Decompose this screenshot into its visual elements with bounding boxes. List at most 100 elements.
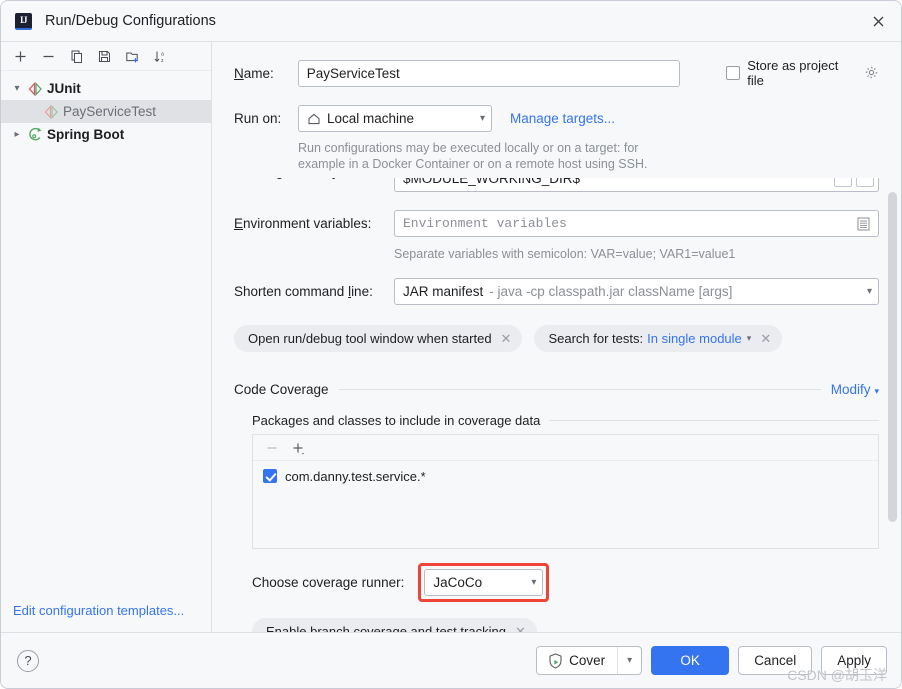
working-directory-row: Working directory: $MODULE_WORKING_DIR$ <box>234 178 879 192</box>
plus-icon <box>15 51 25 61</box>
run-debug-configurations-dialog: IJ Run/Debug Configurations a z ▾ JUnit … <box>0 0 902 689</box>
cover-split-button[interactable]: Cover ▾ <box>536 646 643 675</box>
apply-button[interactable]: Apply <box>821 646 887 675</box>
copy-configuration-button[interactable] <box>63 44 89 68</box>
tree-node-spring-boot[interactable]: ▸ Spring Boot <box>1 123 211 146</box>
packages-list-toolbar <box>253 435 878 461</box>
run-on-row: Run on: Local machine ▾ Manage targets..… <box>234 105 879 132</box>
minus-icon <box>267 446 277 449</box>
new-folder-button[interactable] <box>119 44 145 68</box>
cancel-button[interactable]: Cancel <box>738 646 813 675</box>
help-button[interactable]: ? <box>17 649 39 672</box>
environment-variables-hint: Separate variables with semicolon: VAR=v… <box>394 247 736 261</box>
content-vertical-scrollbar[interactable] <box>888 192 897 522</box>
coverage-runner-highlight-box: JaCoCo ▾ <box>418 563 550 602</box>
coverage-packages-list: com.danny.test.service.* <box>253 461 878 548</box>
close-icon[interactable]: ✕ <box>515 624 526 633</box>
edit-variables-icon[interactable] <box>857 217 870 231</box>
chip-link-value[interactable]: In single module <box>647 331 742 346</box>
junit-icon <box>25 81 45 96</box>
save-icon <box>98 50 110 62</box>
package-checkbox[interactable] <box>263 469 277 483</box>
chevron-down-icon[interactable]: ▾ <box>617 647 641 674</box>
section-divider <box>338 389 821 390</box>
remove-configuration-button[interactable] <box>35 44 61 68</box>
chevron-down-icon: ▾ <box>479 113 485 124</box>
ok-button[interactable]: OK <box>651 646 730 675</box>
dialog-footer: ? Cover ▾ OK Cancel Apply CSDN @胡玉洋 <box>1 632 901 688</box>
spring-boot-icon <box>25 127 45 142</box>
chevron-down-icon: ▾ <box>874 386 879 396</box>
edit-configuration-templates-link[interactable]: Edit configuration templates... <box>1 588 211 632</box>
working-directory-browse-button[interactable] <box>834 178 852 187</box>
coverage-shield-run-icon <box>549 652 562 669</box>
chevron-down-icon[interactable]: ▾ <box>9 83 25 94</box>
environment-variables-label: Environment variables: <box>234 216 372 231</box>
cover-button[interactable]: Cover <box>537 647 617 674</box>
chevron-down-icon: ▾ <box>866 286 872 297</box>
manage-targets-link[interactable]: Manage targets... <box>510 111 615 126</box>
run-on-value: Local machine <box>327 111 415 126</box>
tree-node-label: Spring Boot <box>47 127 125 142</box>
section-divider <box>549 420 879 421</box>
run-on-hint-line1: Run configurations may be executed local… <box>298 141 639 155</box>
configuration-form-panel: Name: PayServiceTest Store as project fi… <box>212 42 901 632</box>
close-icon[interactable]: ✕ <box>760 331 771 347</box>
sort-configurations-button[interactable]: a z <box>147 44 173 68</box>
close-icon[interactable] <box>856 1 901 41</box>
name-input[interactable]: PayServiceTest <box>297 59 681 87</box>
chip-open-run-debug-tool-window[interactable]: Open run/debug tool window when started … <box>234 325 523 352</box>
run-on-hint-line2: example in a Docker Container or on a re… <box>298 157 648 171</box>
code-coverage-title: Code Coverage <box>234 382 329 397</box>
package-label: com.danny.test.service.* <box>285 468 426 484</box>
add-package-button[interactable] <box>287 438 309 458</box>
configurations-tree: ▾ JUnit PayServiceTest ▸ Spring Boot <box>1 71 211 588</box>
working-directory-macros-button[interactable] <box>856 178 874 187</box>
close-icon[interactable]: ✕ <box>501 331 512 347</box>
sort-alphabetically-icon: a z <box>154 51 164 63</box>
shorten-command-line-row: Shorten command line: JAR manifest - jav… <box>234 278 879 305</box>
packages-title: Packages and classes to include in cover… <box>252 413 541 428</box>
chip-search-for-tests[interactable]: Search for tests: In single module ▾ ✕ <box>534 325 783 352</box>
list-item[interactable]: com.danny.test.service.* <box>253 465 878 487</box>
store-as-project-file-checkbox[interactable]: Store as project file <box>726 58 879 88</box>
name-label: Name: <box>234 65 274 81</box>
titlebar: IJ Run/Debug Configurations <box>1 1 901 41</box>
chip-label: Open run/debug tool window when started <box>248 331 492 346</box>
svg-text:a: a <box>161 51 164 57</box>
shorten-command-line-select[interactable]: JAR manifest - java -cp classpath.jar cl… <box>394 278 879 305</box>
remove-package-button[interactable] <box>261 438 283 458</box>
tree-node-payservicetest[interactable]: PayServiceTest <box>1 100 211 123</box>
minus-icon <box>43 55 53 57</box>
tree-node-junit[interactable]: ▾ JUnit <box>1 77 211 100</box>
code-coverage-modify-link[interactable]: Modify ▾ <box>831 382 879 397</box>
sidebar-toolbar: a z <box>1 42 211 71</box>
run-on-select[interactable]: Local machine ▾ <box>298 105 492 132</box>
chip-enable-branch-coverage[interactable]: Enable branch coverage and test tracking… <box>252 618 537 632</box>
dialog-body: a z ▾ JUnit PayServiceTest ▸ Spring Boot… <box>1 41 901 632</box>
working-directory-value: $MODULE_WORKING_DIR$ <box>403 178 581 186</box>
code-coverage-section-header: Code Coverage Modify ▾ <box>234 382 879 397</box>
chevron-right-icon[interactable]: ▸ <box>9 129 25 140</box>
junit-run-icon <box>41 104 61 119</box>
chevron-down-icon: ▾ <box>531 577 537 588</box>
svg-text:z: z <box>161 57 164 63</box>
gear-icon[interactable] <box>865 66 879 80</box>
modify-label: Modify <box>830 382 871 397</box>
coverage-runner-select[interactable]: JaCoCo ▾ <box>424 569 544 596</box>
tree-node-label: JUnit <box>47 81 81 96</box>
chevron-down-icon[interactable]: ▾ <box>747 333 752 344</box>
close-glyph <box>873 16 884 26</box>
options-chips: Open run/debug tool window when started … <box>234 325 879 352</box>
add-configuration-button[interactable] <box>7 44 33 68</box>
working-directory-input[interactable]: $MODULE_WORKING_DIR$ <box>394 178 879 192</box>
coverage-packages-list-box: com.danny.test.service.* <box>252 434 879 549</box>
run-on-label: Run on: <box>234 111 282 126</box>
coverage-runner-value: JaCoCo <box>433 575 483 590</box>
cover-label: Cover <box>569 653 606 668</box>
chip-label: Search for tests: <box>548 331 644 346</box>
chip-label: Enable branch coverage and test tracking <box>266 624 506 632</box>
environment-variables-input[interactable]: Environment variables <box>394 210 879 237</box>
checkbox-box <box>726 66 741 80</box>
save-configuration-button[interactable] <box>91 44 117 68</box>
